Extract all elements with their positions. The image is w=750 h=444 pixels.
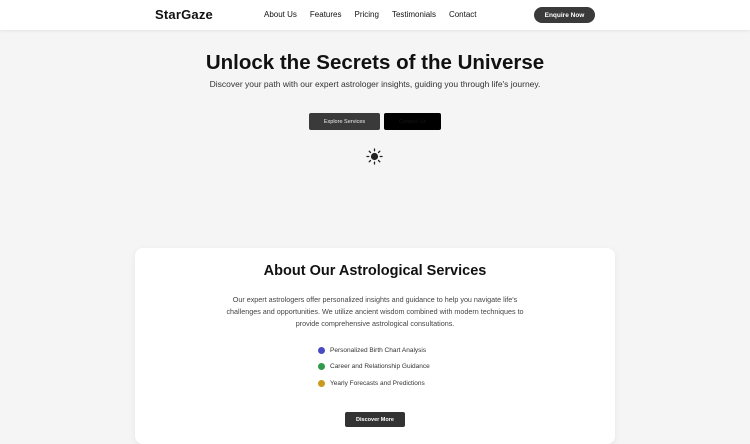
feature-label: Yearly Forecasts and Predictions [330,379,425,387]
bullet-dot-icon [318,346,325,354]
feature-label: Personalized Birth Chart Analysis [330,346,427,354]
feature-label: Career and Relationship Guidance [330,363,430,371]
hero-subtitle: Discover your path with our expert astro… [209,79,541,89]
about-services-card: About Our Astrological Services Our expe… [135,248,615,444]
explore-services-button[interactable]: Explore Services [309,113,380,130]
bullet-dot-icon [318,379,325,387]
list-item: Yearly Forecasts and Predictions [318,375,430,392]
nav-links: About Us Features Pricing Testimonials C… [264,10,477,19]
bullet-dot-icon [318,363,325,371]
discover-more-button[interactable]: Discover More [345,412,405,427]
about-description: Our expert astrologers offer personalize… [226,295,524,328]
list-item: Personalized Birth Chart Analysis [318,342,430,359]
top-navbar: StarGaze About Us Features Pricing Testi… [0,0,750,30]
about-title: About Our Astrological Services [263,263,487,279]
feature-list: Personalized Birth Chart Analysis Career… [318,342,430,392]
contact-us-button[interactable]: Contact Us [384,113,441,130]
nav-link-features[interactable]: Features [310,10,342,19]
nav-link-testimonials[interactable]: Testimonials [392,10,436,19]
enquire-now-button[interactable]: Enquire Now [534,7,595,23]
nav-link-contact[interactable]: Contact [449,10,477,19]
hero-title: Unlock the Secrets of the Universe [205,51,545,74]
brand-logo[interactable]: StarGaze [155,7,213,22]
list-item: Career and Relationship Guidance [318,359,430,376]
nav-link-about-us[interactable]: About Us [264,10,297,19]
nav-link-pricing[interactable]: Pricing [354,10,378,19]
sun-icon[interactable] [366,148,383,165]
